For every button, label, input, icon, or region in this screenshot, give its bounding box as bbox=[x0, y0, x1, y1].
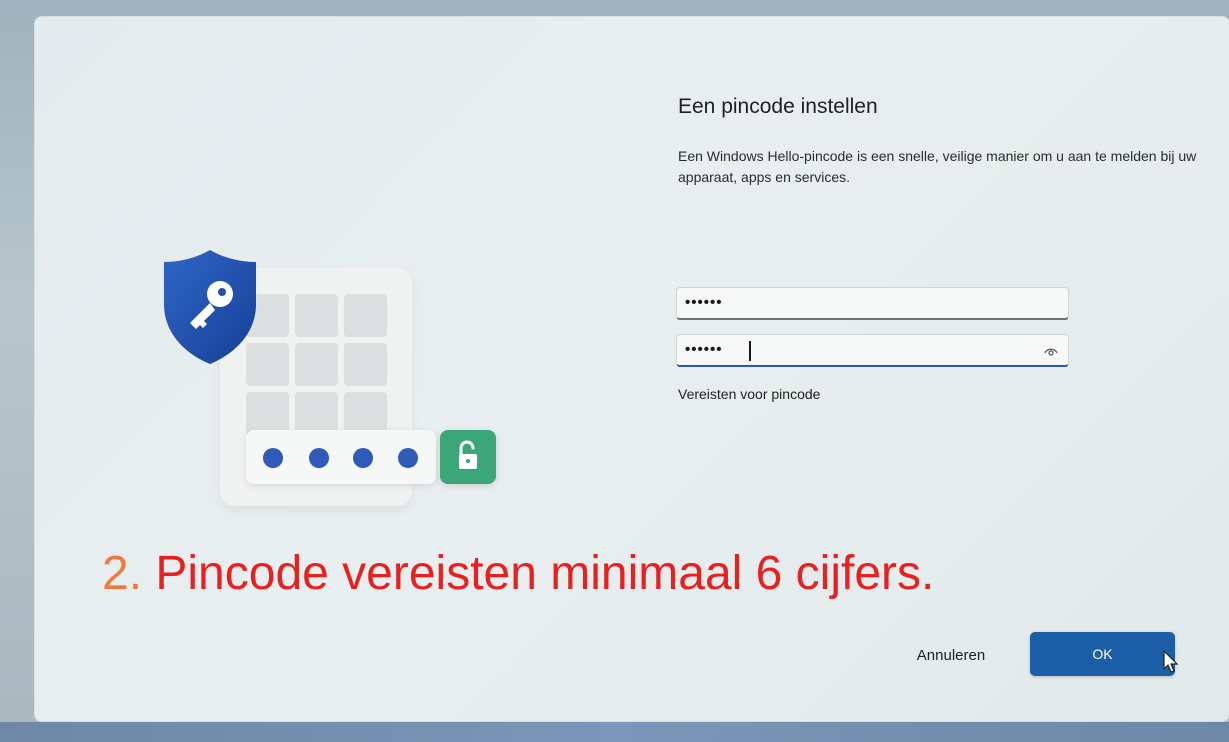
keypad-key bbox=[295, 294, 338, 337]
keypad-key bbox=[295, 392, 338, 435]
taskbar-edge bbox=[0, 722, 1229, 742]
setup-screen bbox=[34, 16, 1229, 722]
unlock-tile bbox=[440, 430, 496, 484]
text-caret bbox=[749, 341, 751, 361]
unlock-icon bbox=[459, 440, 477, 469]
keypad-key bbox=[344, 294, 387, 337]
pin-dot bbox=[309, 448, 329, 468]
pin-input-value: •••••• bbox=[685, 294, 723, 311]
pin-requirements-link[interactable]: Vereisten voor pincode bbox=[678, 386, 820, 402]
pin-dot bbox=[263, 448, 283, 468]
keypad-key bbox=[246, 392, 289, 435]
eye-icon[interactable] bbox=[1044, 344, 1058, 358]
pin-input[interactable]: •••••• bbox=[676, 287, 1069, 320]
mouse-pointer-icon bbox=[1163, 650, 1179, 673]
annotation-number: 2. bbox=[102, 547, 143, 600]
pin-dot bbox=[353, 448, 373, 468]
keypad-key bbox=[295, 343, 338, 386]
shield-key-icon bbox=[164, 250, 256, 364]
confirm-pin-input-value: •••••• bbox=[685, 341, 723, 358]
keypad-key bbox=[344, 343, 387, 386]
ok-button[interactable]: OK bbox=[1030, 632, 1175, 676]
annotation-text: Pincode vereisten minimaal 6 cijfers. bbox=[142, 547, 935, 600]
cancel-button[interactable]: Annuleren bbox=[894, 634, 1008, 676]
page-description: Een Windows Hello-pincode is een snelle,… bbox=[678, 148, 1197, 185]
pin-dot bbox=[398, 448, 418, 468]
page-title: Een pincode instellen bbox=[678, 95, 878, 118]
keypad-key bbox=[344, 392, 387, 435]
annotation-overlay: 2. Pincode vereisten minimaal 6 cijfers. bbox=[102, 546, 934, 601]
confirm-pin-input[interactable]: •••••• bbox=[676, 334, 1069, 367]
